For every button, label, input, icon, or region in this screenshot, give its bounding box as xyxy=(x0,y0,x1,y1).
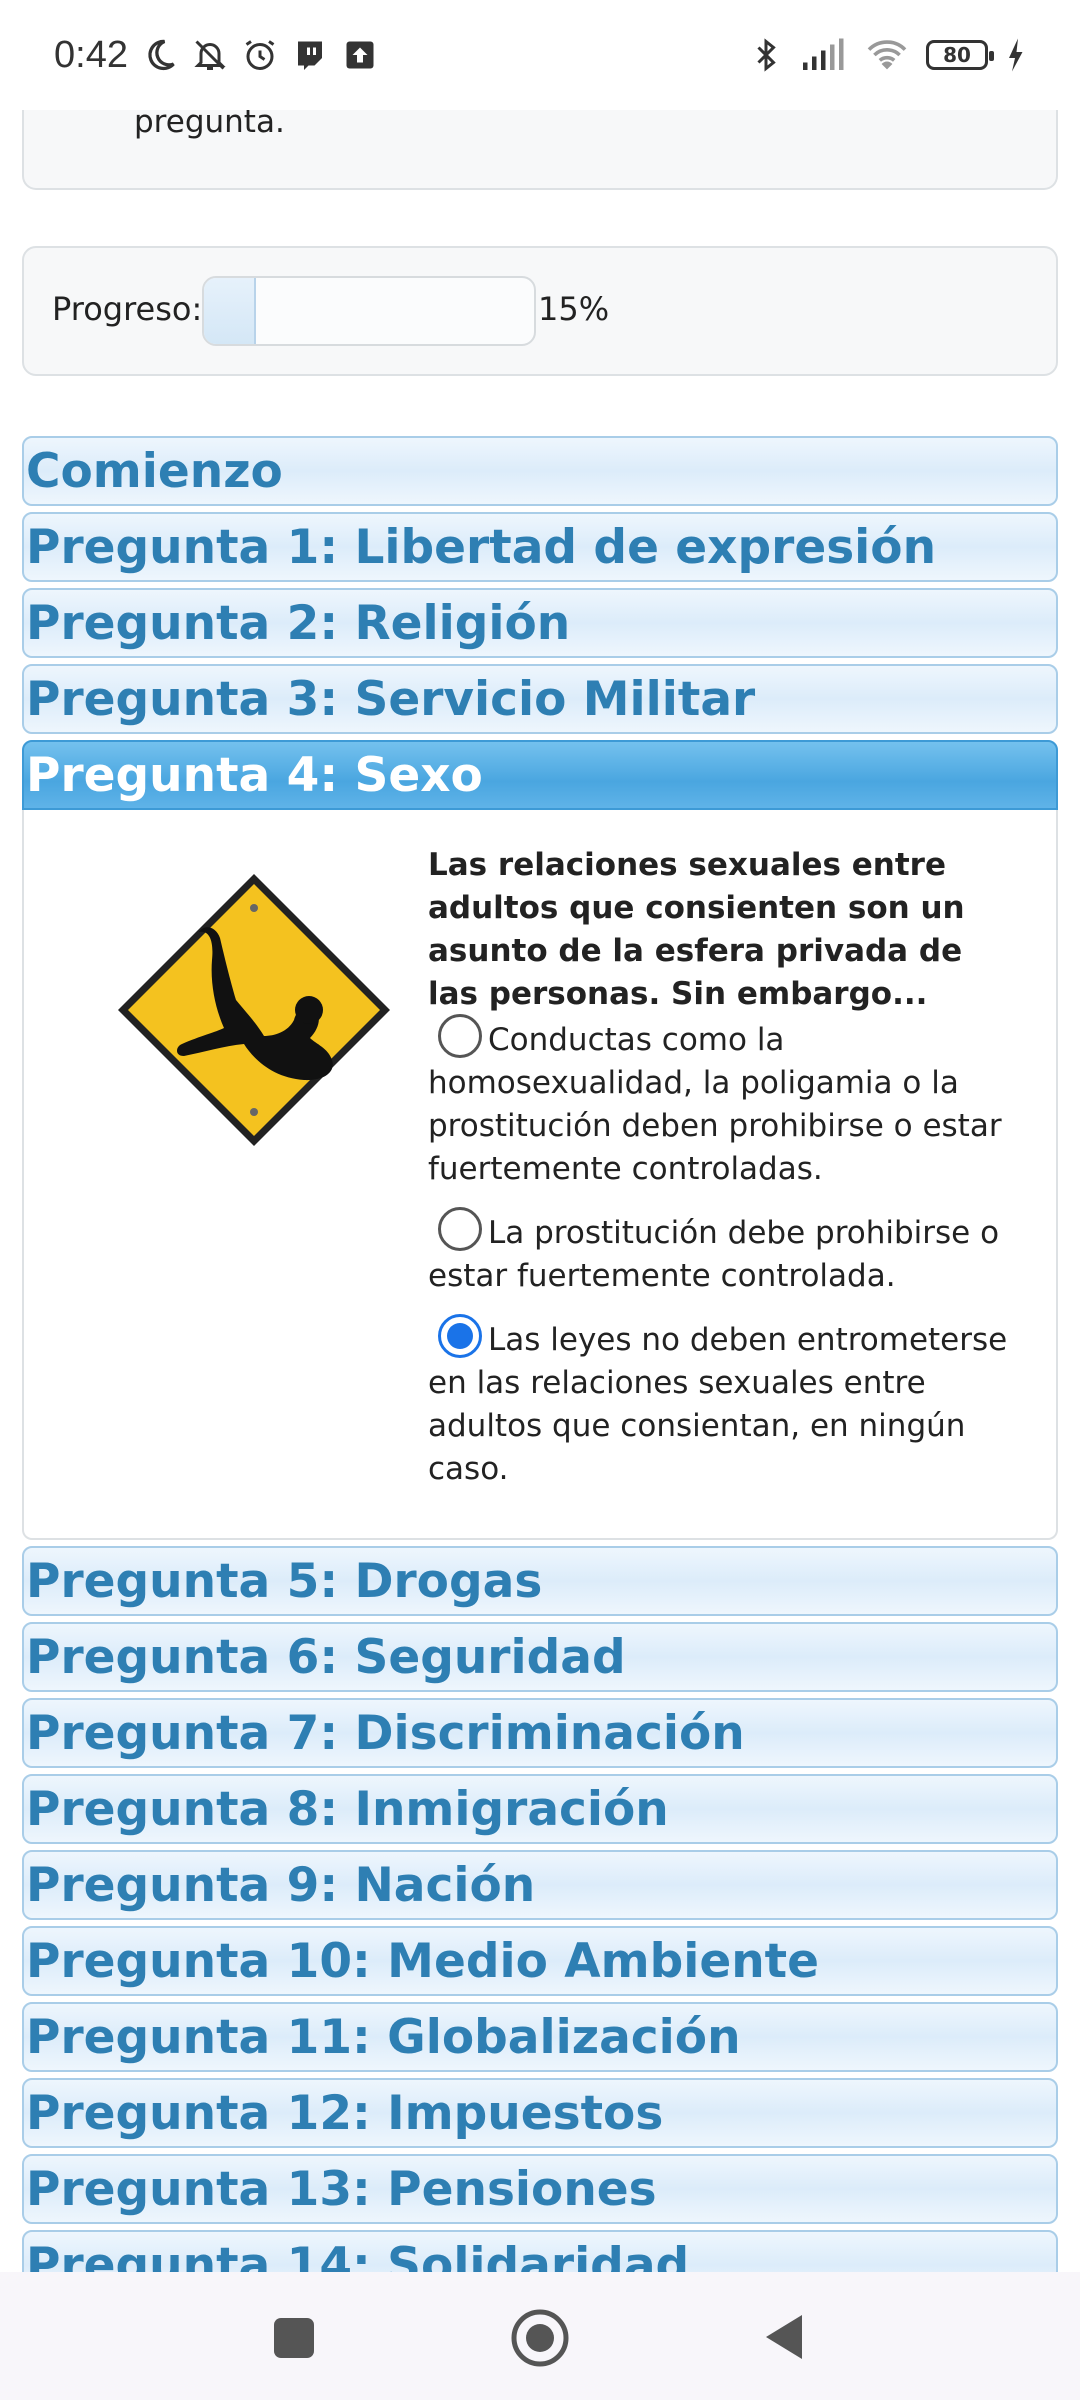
charging-icon xyxy=(1009,38,1023,72)
back-icon[interactable] xyxy=(762,2312,806,2362)
alarm-icon xyxy=(245,40,275,70)
option-1-radio[interactable] xyxy=(438,1014,482,1058)
wifi-icon xyxy=(867,40,907,70)
system-nav-bar xyxy=(0,2272,1080,2400)
bluetooth-icon xyxy=(757,38,776,72)
section-header-q6[interactable]: Pregunta 6: Seguridad xyxy=(22,1622,1058,1692)
option-3-label: Las leyes no deben entrometerse en las r… xyxy=(428,1322,1008,1487)
option-2[interactable]: La prostitución debe prohibirse o estar … xyxy=(428,1207,1018,1298)
section-header-q1[interactable]: Pregunta 1: Libertad de expresión xyxy=(22,512,1058,582)
option-3-radio[interactable] xyxy=(438,1314,482,1358)
question-text: Las relaciones sexuales entre adultos qu… xyxy=(428,847,965,1012)
option-1[interactable]: Conductas como la homosexualidad, la pol… xyxy=(428,1014,1018,1191)
section-header-q3[interactable]: Pregunta 3: Servicio Militar xyxy=(22,664,1058,734)
section-header-q5[interactable]: Pregunta 5: Drogas xyxy=(22,1546,1058,1616)
section-header-q13[interactable]: Pregunta 13: Pensiones xyxy=(22,2154,1058,2224)
option-3[interactable]: Las leyes no deben entrometerse en las r… xyxy=(428,1314,1018,1491)
questions-accordion: Comienzo Pregunta 1: Libertad de expresi… xyxy=(22,436,1058,2306)
home-icon[interactable] xyxy=(510,2308,570,2368)
option-2-radio[interactable] xyxy=(438,1207,482,1251)
upload-icon xyxy=(346,41,374,69)
signal-icon xyxy=(803,38,844,70)
section-header-q7[interactable]: Pregunta 7: Discriminación xyxy=(22,1698,1058,1768)
question-panel: Las relaciones sexuales entre adultos qu… xyxy=(22,810,1058,1540)
status-bar: 0:42 80 xyxy=(0,0,1080,110)
section-header-comienzo[interactable]: Comienzo xyxy=(22,436,1058,506)
option-1-label: Conductas como la homosexualidad, la pol… xyxy=(428,1022,1002,1187)
option-2-label: La prostitución debe prohibirse o estar … xyxy=(428,1215,1000,1294)
section-header-q10[interactable]: Pregunta 10: Medio Ambiente xyxy=(22,1926,1058,1996)
section-header-q9[interactable]: Pregunta 9: Nación xyxy=(22,1850,1058,1920)
section-header-q4-active[interactable]: Pregunta 4: Sexo xyxy=(22,740,1058,810)
progress-bar-fill xyxy=(204,278,256,344)
recent-apps-icon[interactable] xyxy=(272,2316,316,2360)
section-header-q8[interactable]: Pregunta 8: Inmigración xyxy=(22,1774,1058,1844)
battery-indicator: 80 xyxy=(926,40,994,70)
moon-icon xyxy=(148,39,175,71)
progress-bar xyxy=(202,276,536,346)
bell-off-icon xyxy=(194,40,226,70)
progress-percent: 15% xyxy=(538,290,610,328)
twitch-icon xyxy=(297,41,322,70)
warning-sign-image xyxy=(118,874,390,1146)
section-header-q12[interactable]: Pregunta 12: Impuestos xyxy=(22,2078,1058,2148)
section-header-q2[interactable]: Pregunta 2: Religión xyxy=(22,588,1058,658)
section-header-q11[interactable]: Pregunta 11: Globalización xyxy=(22,2002,1058,2072)
progress-label: Progreso: xyxy=(52,290,203,328)
status-time: 0:42 xyxy=(54,33,128,76)
progress-box: Progreso: 15% xyxy=(22,246,1058,376)
